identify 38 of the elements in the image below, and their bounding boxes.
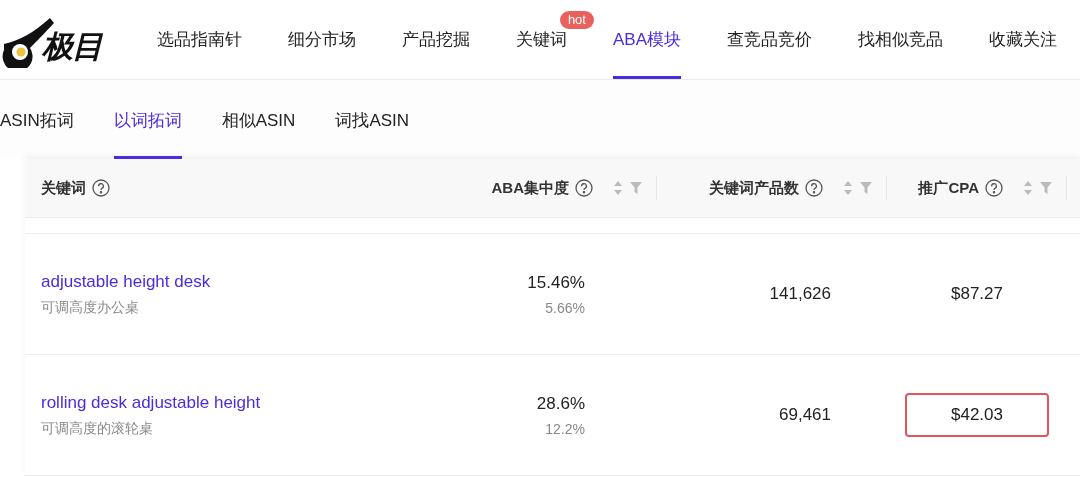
logo-text: 极目 [42,27,102,66]
help-icon[interactable] [575,179,593,197]
hot-badge: hot [559,11,594,29]
column-header: 关键词 [41,178,86,198]
filter-icon[interactable] [859,181,873,195]
sort-icon[interactable] [613,180,623,196]
sort-icon[interactable] [843,180,853,196]
sub-tab[interactable]: 相似ASIN [221,80,296,159]
keyword-link[interactable]: adjustable height desk [41,271,460,292]
nav-tab[interactable]: 细分市场 [264,0,379,79]
filter-icon[interactable] [629,181,643,195]
column-header: ABA集中度 [491,178,569,198]
concentration-subvalue: 5.66% [545,299,585,316]
help-icon[interactable] [805,179,823,197]
filter-icon[interactable] [1039,181,1053,195]
keyword-translation: 可调高度的滚轮桌 [41,419,154,438]
sub-tab[interactable]: 以词拓词 [113,80,182,159]
nav-tab[interactable]: 查竞品竞价 [704,0,835,79]
help-icon[interactable] [985,179,1003,197]
help-icon[interactable] [92,179,110,197]
highlighted-cpa: $42.03 [905,393,1049,437]
nav-tab[interactable]: 收藏关注 [966,0,1080,79]
concentration-value: 15.46% [527,272,585,293]
concentration-subvalue: 12.2% [545,420,585,437]
product-count: 69,461 [779,405,831,425]
product-count: 141,626 [769,284,831,304]
cpa-value: $87.27 [950,283,1004,305]
concentration-value: 28.6% [536,393,585,414]
nav-tab[interactable]: 找相似竞品 [835,0,966,79]
sort-icon[interactable] [1023,180,1033,196]
column-header: 推广CPA [918,178,979,198]
keyword-link[interactable]: rolling desk adjustable height [41,392,460,413]
sub-tab[interactable]: ASIN拓词 [0,80,74,159]
column-header: 关键词产品数 [709,178,799,198]
keyword-translation: 可调高度办公桌 [41,298,140,317]
nav-tab[interactable]: 产品挖掘 [378,0,493,79]
nav-tab[interactable]: 选品指南针 [133,0,265,79]
sub-tab[interactable]: 词找ASIN [335,80,410,159]
